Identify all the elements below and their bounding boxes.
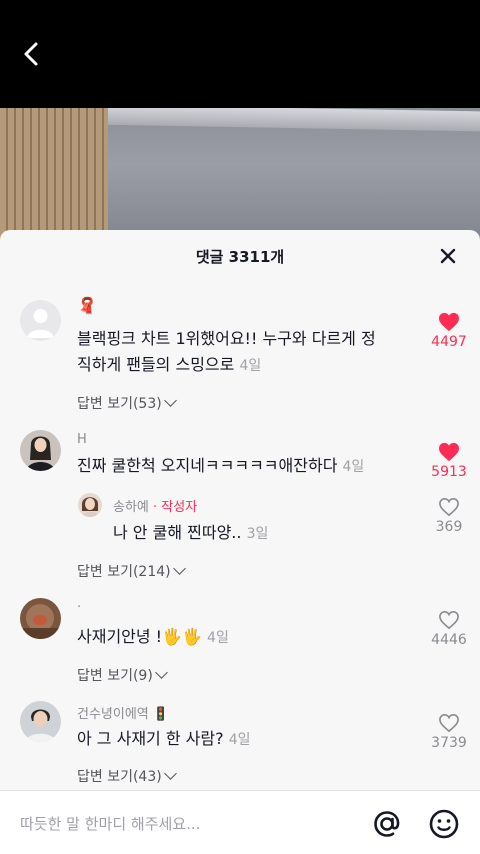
like-button[interactable]: 5913 xyxy=(424,442,474,480)
comment-time: 4일 xyxy=(342,459,365,475)
comment-username[interactable]: 🧣 xyxy=(77,296,97,315)
comment-input-bar: 따듯한 말 한마디 해주세요... xyxy=(0,790,480,854)
comment-text-body: 아 그 사재기 한 사람? xyxy=(77,729,224,748)
video-wall xyxy=(0,108,108,248)
comment-text-body: 사재기안녕 !🖐🖐 xyxy=(77,627,202,646)
user-photo-icon xyxy=(78,493,102,517)
avatar[interactable] xyxy=(20,300,61,341)
like-count: 4497 xyxy=(431,334,467,350)
view-replies-button[interactable]: 답변 보기(214) xyxy=(77,561,186,581)
like-count: 369 xyxy=(435,519,463,535)
chevron-down-icon xyxy=(163,394,177,407)
like-count: 5913 xyxy=(431,464,467,480)
heart-outline-icon xyxy=(439,713,459,733)
comments-title: 댓글 3311개 xyxy=(195,248,285,266)
comment-username[interactable]: . xyxy=(77,596,81,611)
comment-text: 사재기안녕 !🖐🖐 4일 xyxy=(77,624,417,651)
like-count: 4446 xyxy=(431,632,467,648)
comment-input[interactable]: 따듯한 말 한마디 해주세요... xyxy=(20,813,200,834)
chevron-down-icon xyxy=(163,767,177,780)
avatar[interactable] xyxy=(20,598,61,639)
close-icon[interactable] xyxy=(438,246,458,266)
view-replies-button[interactable]: 답변 보기(9) xyxy=(77,665,168,685)
video-preview[interactable] xyxy=(0,108,480,248)
comment-text-line1: 블랙핑크 차트 1위했어요!! 누구와 다르게 정 xyxy=(77,329,376,348)
view-replies-label: 답변 보기(214) xyxy=(77,564,171,580)
heart-outline-icon xyxy=(439,497,459,517)
reply-like-button[interactable]: 369 xyxy=(424,497,474,535)
comment-text-body: 진짜 쿨한척 오지네ㅋㅋㅋㅋㅋ애잔하다 xyxy=(77,456,338,475)
comment-time: 4일 xyxy=(239,358,262,374)
at-icon[interactable] xyxy=(372,809,402,839)
like-button[interactable]: 3739 xyxy=(424,713,474,751)
avatar[interactable] xyxy=(20,430,61,471)
chevron-left-icon[interactable] xyxy=(18,38,46,70)
heart-filled-icon xyxy=(439,442,459,462)
comment-text: 아 그 사재기 한 사람? 4일 xyxy=(77,726,417,753)
chevron-down-icon xyxy=(154,666,168,679)
default-avatar-icon xyxy=(20,300,61,341)
comment-text-line2: 직하게 팬들의 스밍으로 xyxy=(77,355,235,374)
view-replies-label: 답변 보기(53) xyxy=(77,396,162,412)
reply-username[interactable]: 송하예 · 작성자 xyxy=(113,496,197,515)
sheet-header: 댓글 3311개 xyxy=(0,230,480,282)
heart-filled-icon xyxy=(439,312,459,332)
view-replies-button[interactable]: 답변 보기(43) xyxy=(77,766,177,786)
reply-text: 나 안 쿨해 찐따양.. 3일 xyxy=(113,520,403,547)
comment-username[interactable]: H xyxy=(77,432,87,447)
comment-time: 4일 xyxy=(228,732,251,748)
comment-text: 진짜 쿨한척 오지네ㅋㅋㅋㅋㅋ애잔하다 4일 xyxy=(77,453,417,480)
reply-username-text: 송하예 xyxy=(113,500,149,515)
reply-text-body: 나 안 쿨해 찐따양.. xyxy=(113,523,242,542)
top-bar xyxy=(0,0,480,108)
view-replies-button[interactable]: 답변 보기(53) xyxy=(77,393,177,413)
like-count: 3739 xyxy=(431,735,467,751)
reply-avatar[interactable] xyxy=(78,493,102,517)
heart-outline-icon xyxy=(439,610,459,630)
user-photo-icon xyxy=(20,701,61,742)
chevron-down-icon xyxy=(172,562,186,575)
video-ceiling xyxy=(100,108,480,132)
avatar[interactable] xyxy=(20,701,61,742)
like-button[interactable]: 4446 xyxy=(424,610,474,648)
user-photo-icon xyxy=(20,598,61,639)
reply-time: 3일 xyxy=(246,526,269,542)
comment-username[interactable]: 건수녕이에역 🚦 xyxy=(77,703,169,722)
author-badge: · 작성자 xyxy=(153,500,198,515)
view-replies-label: 답변 보기(43) xyxy=(77,769,162,785)
comment-text: 블랙핑크 차트 1위했어요!! 누구와 다르게 정 직하게 팬들의 스밍으로 4… xyxy=(77,326,417,379)
comments-sheet: 댓글 3311개 🧣 블랙핑크 차트 1위했어요!! 누구와 다르게 정 직하게… xyxy=(0,230,480,854)
comment-time: 4일 xyxy=(207,630,229,646)
view-replies-label: 답변 보기(9) xyxy=(77,668,153,684)
like-button[interactable]: 4497 xyxy=(424,312,474,350)
emoji-icon[interactable] xyxy=(428,808,460,840)
user-photo-icon xyxy=(20,430,61,471)
